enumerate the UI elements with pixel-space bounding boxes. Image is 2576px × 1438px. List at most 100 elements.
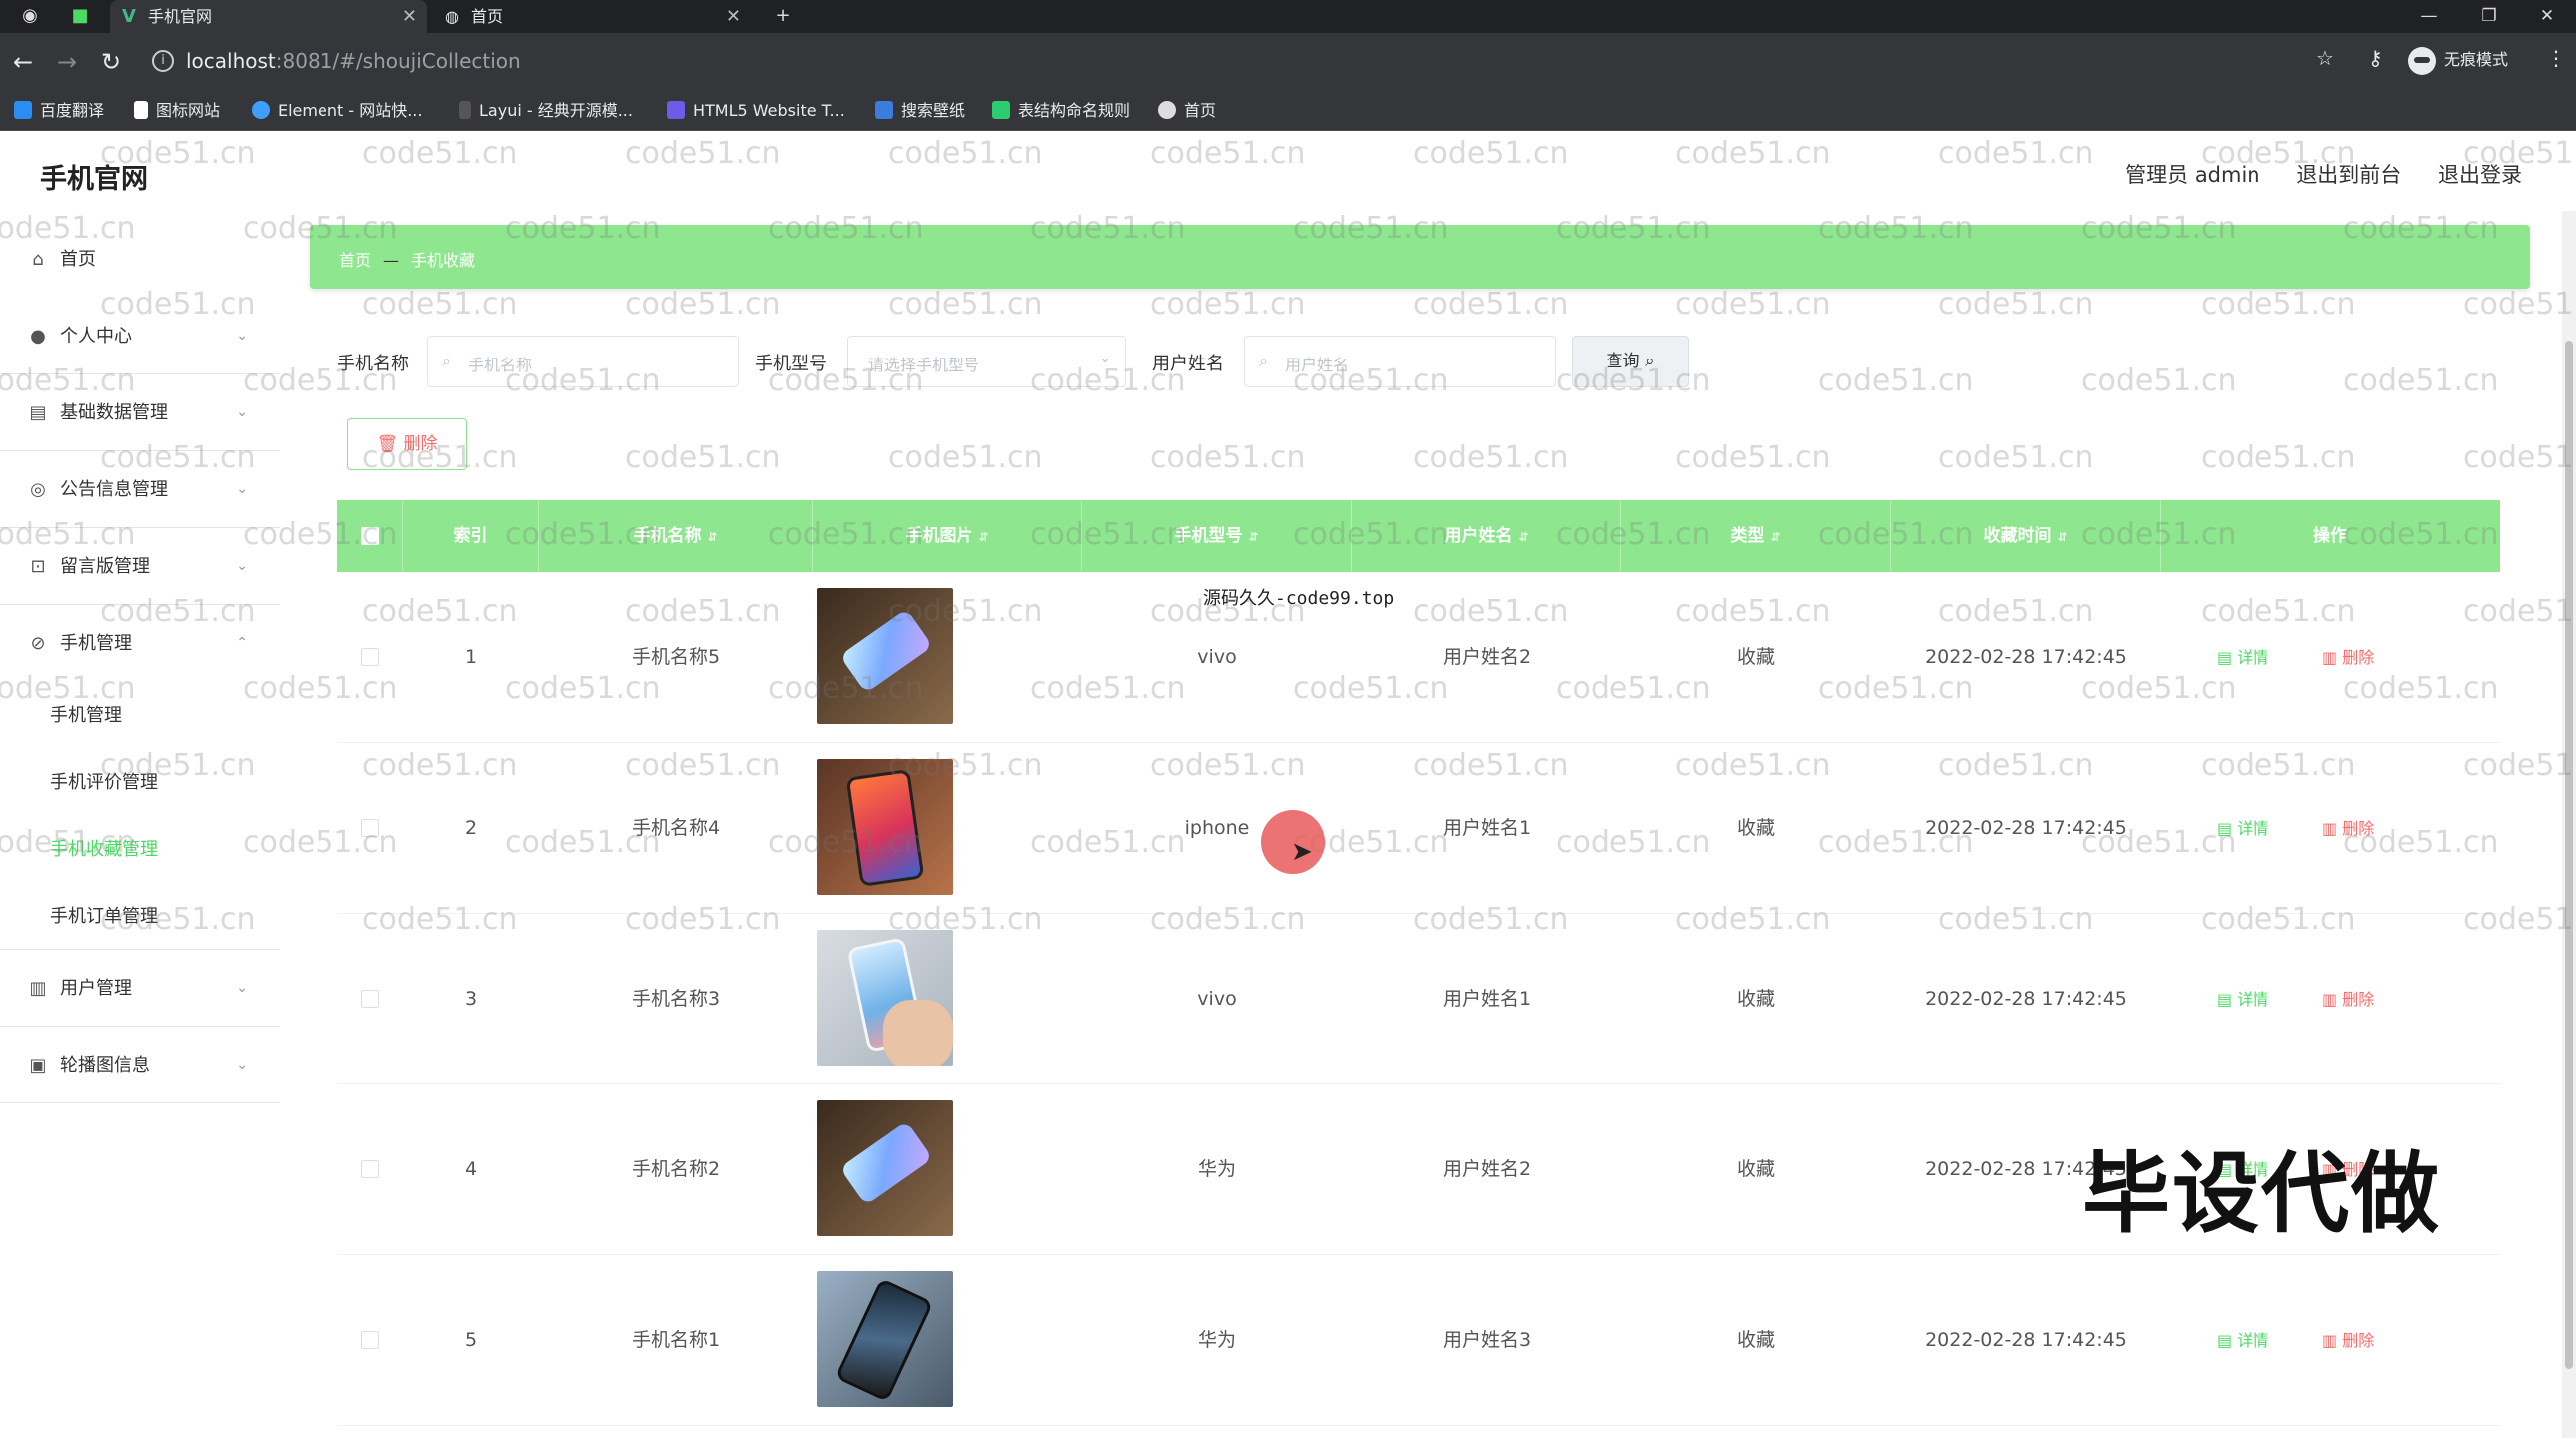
chevron-up-icon: ⌃ (236, 635, 248, 651)
scrollbar-thumb[interactable] (2565, 341, 2573, 1369)
bookmark-item[interactable]: 图标网站 (134, 91, 220, 131)
cell-type: 收藏 (1736, 1329, 1775, 1351)
column-label: 收藏时间 (1983, 526, 2052, 546)
doc-icon: ▤ (2217, 1331, 2238, 1350)
input-placeholder: 手机名称 (468, 356, 533, 374)
logout-link[interactable]: 退出登录 (2438, 163, 2522, 187)
column-header[interactable]: 手机图片 ⇵ (813, 500, 1082, 572)
delete-button[interactable]: ▥ 删除 (2322, 743, 2374, 914)
row-checkbox[interactable] (361, 648, 379, 666)
element-icon (252, 101, 270, 119)
column-header[interactable]: 手机名称 ⇵ (539, 500, 813, 572)
address-bar[interactable]: i localhost:8081/#/shoujiCollection (142, 41, 2368, 83)
sort-icon[interactable]: ⇵ (1770, 530, 1780, 544)
bookmark-item[interactable]: 搜索壁纸 (875, 91, 965, 131)
phone-name-input[interactable]: ⌕ 手机名称 (427, 336, 739, 387)
to-front-link[interactable]: 退出到前台 (2296, 163, 2401, 187)
restore-icon[interactable]: ❐ (2460, 0, 2518, 33)
delete-button[interactable]: ▥ 删除 (2322, 572, 2374, 743)
watermark-text: code51.cn (1150, 287, 1306, 322)
bookmark-item[interactable]: 百度翻译 (14, 91, 104, 131)
bookmark-label: Element - 网站快... (278, 101, 423, 120)
bookmark-item[interactable]: Layui - 经典开源模... (459, 91, 633, 131)
column-header[interactable]: 索引 (403, 500, 539, 572)
detail-button[interactable]: ▤ 详情 (2217, 1255, 2268, 1426)
url-text[interactable]: localhost:8081/#/shoujiCollection (186, 49, 521, 73)
column-header[interactable]: 收藏时间 ⇵ (1891, 500, 2161, 572)
select-all-checkbox[interactable] (361, 527, 379, 545)
sidebar-subitem-phones[interactable]: 手机管理 (0, 682, 280, 749)
sidebar-item-phone-management[interactable]: ⊘ 手机管理 ⌃ (0, 605, 280, 682)
sidebar-item-home[interactable]: ⌂ 首页 (0, 221, 280, 298)
sidebar-item-users[interactable]: ▥ 用户管理 ⌄ (0, 950, 280, 1027)
row-checkbox[interactable] (361, 819, 379, 837)
sidebar-item-label: 首页 (60, 249, 96, 270)
star-icon[interactable]: ☆ (2316, 46, 2334, 70)
watermark-text: code51.cn (1938, 136, 2094, 171)
column-header[interactable]: 用户姓名 ⇵ (1352, 500, 1621, 572)
watermark-text: code51.cn (625, 287, 781, 322)
row-checkbox[interactable] (361, 1331, 379, 1349)
phone-model-select[interactable]: 请选择手机型号 ⌄ (847, 336, 1126, 387)
flag-icon (134, 101, 148, 119)
row-checkbox[interactable] (361, 990, 379, 1008)
window-close-icon[interactable]: ✕ (2518, 0, 2576, 33)
more-menu-icon[interactable]: ⋮ (2546, 46, 2566, 70)
breadcrumb-current: 手机收藏 (411, 251, 476, 270)
sort-icon[interactable]: ⇵ (2057, 530, 2067, 544)
sidebar-subitem-orders[interactable]: 手机订单管理 (0, 883, 280, 950)
tab-phone-site[interactable]: V 手机官网 ✕ (110, 0, 427, 33)
batch-delete-button[interactable]: 🗑 删除 (347, 418, 467, 470)
row-checkbox[interactable] (361, 1160, 379, 1178)
new-tab-button[interactable]: + (771, 4, 795, 28)
sort-icon[interactable]: ⇵ (707, 530, 717, 544)
bookmark-item[interactable]: 首页 (1158, 91, 1216, 131)
info-icon[interactable]: i (152, 50, 174, 72)
column-header[interactable]: 手机型号 ⇵ (1082, 500, 1352, 572)
incognito-indicator[interactable]: 无痕模式 (2408, 44, 2508, 76)
phone-name-label: 手机名称 (337, 354, 409, 374)
doc-icon: ▤ (2217, 990, 2238, 1009)
reload-icon[interactable]: ↻ (96, 48, 126, 78)
page-scrollbar[interactable] (2562, 211, 2576, 1438)
detail-button[interactable]: ▤ 详情 (2217, 914, 2268, 1084)
sidebar-item-carousel[interactable]: ▣ 轮播图信息 ⌄ (0, 1027, 280, 1103)
key-icon[interactable]: ⚷ (2368, 46, 2383, 70)
bookmark-item[interactable]: HTML5 Website T... (667, 91, 845, 131)
sort-icon[interactable]: ⇵ (1518, 530, 1528, 544)
detail-button[interactable]: ▤ 详情 (2217, 743, 2268, 914)
sort-icon[interactable]: ⇵ (1248, 530, 1258, 544)
search-icon: ⌕ (1644, 352, 1655, 371)
sidebar-subitem-reviews[interactable]: 手机评价管理 (0, 749, 280, 816)
close-icon[interactable]: ✕ (726, 0, 741, 33)
watermark-text: code51.cn (2463, 287, 2576, 322)
sidebar-item-personal-center[interactable]: ● 个人中心 ⌄ (0, 298, 280, 374)
sidebar-item-base-data[interactable]: ▤ 基础数据管理 ⌄ (0, 374, 280, 451)
minimize-icon[interactable]: — (2400, 0, 2458, 33)
url-path: :8081/#/shoujiCollection (275, 49, 521, 73)
detail-button[interactable]: ▤ 详情 (2217, 572, 2268, 743)
sidebar-item-messages[interactable]: ⊡ 留言版管理 ⌄ (0, 528, 280, 605)
sidebar-item-announcements[interactable]: ◎ 公告信息管理 ⌄ (0, 451, 280, 528)
globe-icon (1158, 101, 1176, 119)
delete-button[interactable]: ▥ 删除 (2322, 914, 2374, 1084)
close-icon[interactable]: ✕ (402, 0, 417, 33)
sort-icon[interactable]: ⇵ (978, 530, 988, 544)
query-button[interactable]: 查询 ⌕ (1572, 336, 1689, 387)
user-name-input[interactable]: ⌕ 用户姓名 (1244, 336, 1556, 387)
delete-button[interactable]: ▥ 删除 (2322, 1255, 2374, 1426)
bookmark-item[interactable]: Element - 网站快... (252, 91, 422, 131)
watermark-text: code51.cn (888, 287, 1043, 322)
column-header[interactable]: 类型 ⇵ (1621, 500, 1891, 572)
forward-icon[interactable]: → (52, 48, 82, 78)
admin-label: 管理员 admin (2125, 163, 2260, 187)
column-label: 手机图片 (905, 526, 973, 546)
back-icon[interactable]: ← (8, 48, 38, 78)
bookmark-item[interactable]: 表结构命名规则 (992, 91, 1130, 131)
breadcrumb-home[interactable]: 首页 (339, 251, 371, 270)
url-host: localhost (186, 49, 276, 73)
tab-home[interactable]: ◍ 首页 ✕ (433, 0, 751, 33)
column-label: 索引 (453, 526, 488, 546)
browser-menu-icon[interactable]: ◉ (18, 4, 42, 28)
sidebar-subitem-collections[interactable]: 手机收藏管理 (0, 816, 280, 883)
